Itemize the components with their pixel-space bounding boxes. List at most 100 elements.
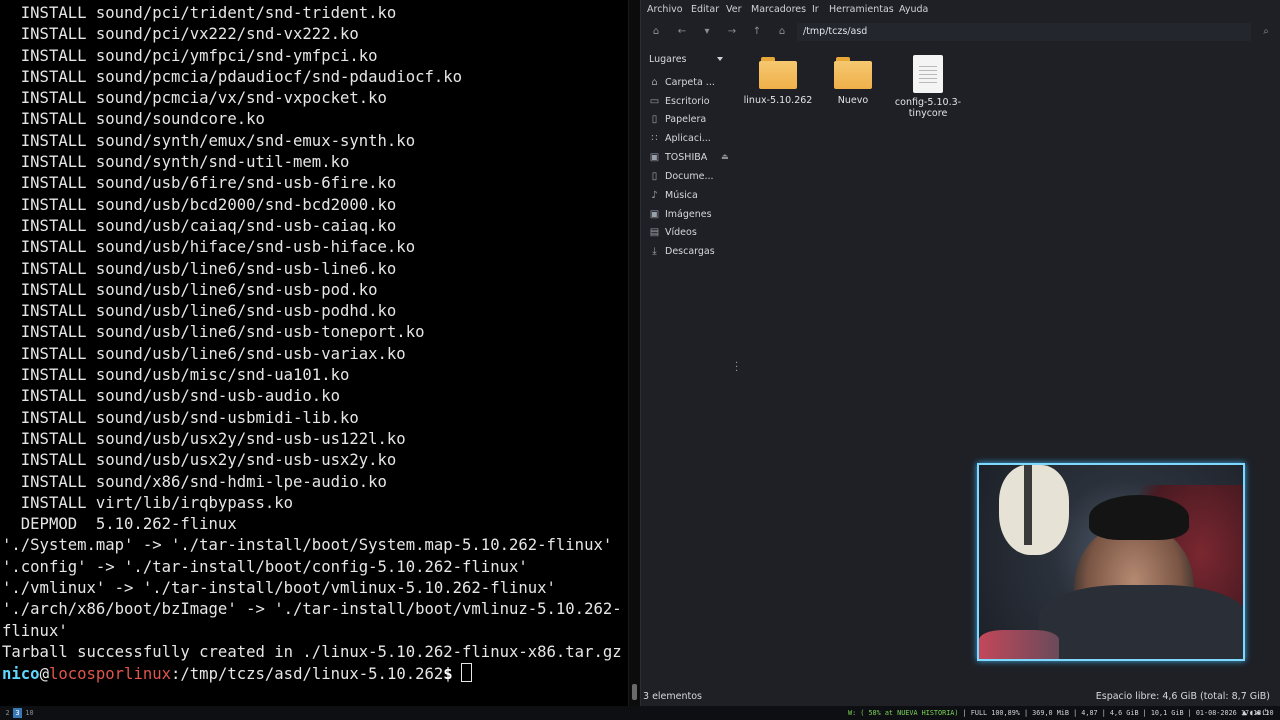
workspace-3[interactable]: 3 xyxy=(13,708,22,718)
place-trash[interactable]: ▯ Papelera xyxy=(645,111,733,129)
apps-icon: ∷ xyxy=(651,133,658,144)
prompt-dollar: $ xyxy=(443,665,453,684)
prompt-host: locosporlinux xyxy=(48,665,172,684)
menu-ir[interactable]: Ir xyxy=(812,4,819,15)
terminal-prompt[interactable]: nico@locosporlinux:/tmp/tczs/asd/linux-5… xyxy=(2,663,622,684)
terminal-line: INSTALL sound/usb/line6/snd-usb-line6.ko xyxy=(2,259,397,278)
place-videos[interactable]: ▤ Vídeos xyxy=(645,224,733,242)
chevron-down-icon[interactable] xyxy=(717,57,723,61)
pictures-icon: ▣ xyxy=(649,209,660,220)
place-documents[interactable]: ▯ Docume... xyxy=(645,168,733,186)
prompt-path: :/tmp/tczs/asd/linux-5.10.262 xyxy=(171,665,444,684)
system-status: W: ( 58% at NUEVA HISTORIA) | FULL 100,8… xyxy=(848,709,1274,717)
place-downloads[interactable]: ⤓ Descargas xyxy=(645,243,733,261)
location-bar[interactable]: /tmp/tczs/asd xyxy=(797,23,1251,41)
home-icon[interactable]: ⌂ xyxy=(773,24,791,40)
power-icon[interactable]: ⏻ xyxy=(1262,708,1270,717)
place-label: Vídeos xyxy=(665,227,697,238)
terminal-line: INSTALL sound/usb/hiface/snd-usb-hiface.… xyxy=(2,238,416,257)
up-icon[interactable]: ↑ xyxy=(748,24,766,40)
downloads-icon: ⤓ xyxy=(652,246,657,257)
history-dropdown-icon[interactable]: ▾ xyxy=(698,24,716,40)
terminal-window[interactable]: INSTALL sound/pci/trident/snd-trident.ko… xyxy=(0,0,628,706)
terminal-scrollbar-thumb[interactable] xyxy=(632,684,637,700)
file-item-config[interactable]: config-5.10.3-tinycore xyxy=(893,55,963,119)
terminal-line: INSTALL sound/x86/snd-hdmi-lpe-audio.ko xyxy=(2,472,387,491)
forward-icon[interactable]: → xyxy=(723,24,741,40)
terminal-line: INSTALL sound/usb/line6/snd-usb-variax.k… xyxy=(2,344,406,363)
file-item-folder-nuevo[interactable]: Nuevo xyxy=(818,57,888,106)
terminal-line: Tarball successfully created in ./linux-… xyxy=(2,642,622,661)
place-toshiba[interactable]: ▣ TOSHIBA ⏏ xyxy=(645,149,733,167)
menu-ver[interactable]: Ver xyxy=(726,4,742,15)
menu-archivo[interactable]: Archivo xyxy=(647,4,683,15)
place-label: Carpeta ... xyxy=(665,77,715,88)
pane-resize-handle[interactable]: · · · xyxy=(735,359,738,377)
terminal-line: INSTALL sound/soundcore.ko xyxy=(2,110,265,129)
search-icon[interactable]: ⌕ xyxy=(1257,24,1275,40)
back-icon[interactable]: ← xyxy=(673,24,691,40)
place-label: Papelera xyxy=(665,114,707,125)
terminal-line: INSTALL sound/usb/bcd2000/snd-bcd2000.ko xyxy=(2,195,397,214)
drive-icon: ▣ xyxy=(649,152,660,163)
places-header[interactable]: Lugares xyxy=(649,54,687,65)
status-item-count: 3 elementos xyxy=(643,691,702,702)
terminal-line: INSTALL sound/pci/ymfpci/snd-ymfpci.ko xyxy=(2,46,378,65)
terminal-line: DEPMOD 5.10.262-flinux xyxy=(2,515,237,534)
terminal-line: INSTALL sound/pcmcia/pdaudiocf/snd-pdaud… xyxy=(2,67,463,86)
terminal-line: '.config' -> './tar-install/boot/config-… xyxy=(2,557,528,576)
place-label: Escritorio xyxy=(665,96,710,107)
menu-herramientas[interactable]: Herramientas xyxy=(829,4,894,15)
place-pictures[interactable]: ▣ Imágenes xyxy=(645,206,733,224)
terminal-line: INSTALL sound/usb/snd-usbmidi-lib.ko xyxy=(2,408,359,427)
place-home[interactable]: ⌂ Carpeta ... xyxy=(645,74,733,92)
document-icon: ▯ xyxy=(651,171,658,182)
file-item-folder-linux[interactable]: linux-5.10.262 xyxy=(743,57,813,106)
places-sidebar: Lugares ⌂ Carpeta ... ▭ Escritorio ▯ Pap… xyxy=(641,46,733,276)
eject-icon[interactable]: ⏏ xyxy=(721,152,729,161)
prompt-at: @ xyxy=(39,665,49,684)
videos-icon: ▤ xyxy=(649,227,660,238)
volume-icon[interactable]: ◖ xyxy=(1249,708,1256,717)
terminal-line: INSTALL sound/synth/emux/snd-emux-synth.… xyxy=(2,131,416,150)
place-desktop[interactable]: ▭ Escritorio xyxy=(645,93,733,111)
place-label: Descargas xyxy=(665,246,715,257)
menu-editar[interactable]: Editar xyxy=(691,4,719,15)
terminal-line: './vmlinux' -> './tar-install/boot/vmlin… xyxy=(2,579,556,598)
folder-icon xyxy=(759,57,797,89)
terminal-output: INSTALL sound/pci/trident/snd-trident.ko… xyxy=(2,3,622,685)
terminal-line: INSTALL sound/usb/misc/snd-ua101.ko xyxy=(2,366,350,385)
new-tab-icon[interactable]: ⌂ xyxy=(647,24,665,40)
terminal-line: INSTALL sound/pci/vx222/snd-vx222.ko xyxy=(2,25,359,44)
menu-ayuda[interactable]: Ayuda xyxy=(899,4,928,15)
place-applications[interactable]: ∷ Aplicaci... xyxy=(645,130,733,148)
terminal-line: INSTALL sound/pci/trident/snd-trident.ko xyxy=(2,4,397,22)
music-icon: ♪ xyxy=(651,190,658,201)
network-icon[interactable]: ▲ xyxy=(1242,708,1249,717)
terminal-line: INSTALL sound/usb/caiaq/snd-usb-caiaq.ko xyxy=(2,216,397,235)
place-music[interactable]: ♪ Música xyxy=(645,187,733,205)
folder-icon xyxy=(834,57,872,89)
workspace-2[interactable]: 2 xyxy=(3,708,12,718)
terminal-cursor xyxy=(460,663,472,683)
terminal-line: './arch/x86/boot/bzImage' -> './tar-inst… xyxy=(2,600,622,619)
terminal-line: INSTALL virt/lib/irqbypass.ko xyxy=(2,493,294,512)
prompt-user: nico xyxy=(2,665,40,684)
terminal-line: INSTALL sound/pcmcia/vx/snd-vxpocket.ko xyxy=(2,89,387,108)
file-name: config-5.10.3-tinycore xyxy=(894,97,962,119)
text-file-icon xyxy=(913,55,943,93)
terminal-line: INSTALL sound/usb/line6/snd-usb-podhd.ko xyxy=(2,302,397,321)
place-label: Docume... xyxy=(665,171,714,182)
menu-marcadores[interactable]: Marcadores xyxy=(751,4,806,15)
terminal-line: INSTALL sound/usb/usx2y/snd-usb-usx2y.ko xyxy=(2,451,397,470)
system-tray: ▲◖✱⏻ xyxy=(1242,708,1271,718)
terminal-line: flinux' xyxy=(2,621,68,640)
terminal-line: INSTALL sound/usb/usx2y/snd-usb-us122l.k… xyxy=(2,429,406,448)
place-label: Aplicaci... xyxy=(665,133,711,144)
system-stats: FULL 100,89% | 369,0 MiB | 4,87 | 4,6 Gi… xyxy=(970,709,1274,717)
wifi-status: W: ( 58% at NUEVA HISTORIA) xyxy=(848,709,959,717)
webcam-overlay xyxy=(977,463,1245,661)
workspace-10[interactable]: 10 xyxy=(25,708,34,718)
toolbar: ⌂ ← ▾ → ↑ ⌂ /tmp/tczs/asd ⌕ xyxy=(641,19,1280,45)
terminal-scrollbar[interactable] xyxy=(628,0,640,706)
